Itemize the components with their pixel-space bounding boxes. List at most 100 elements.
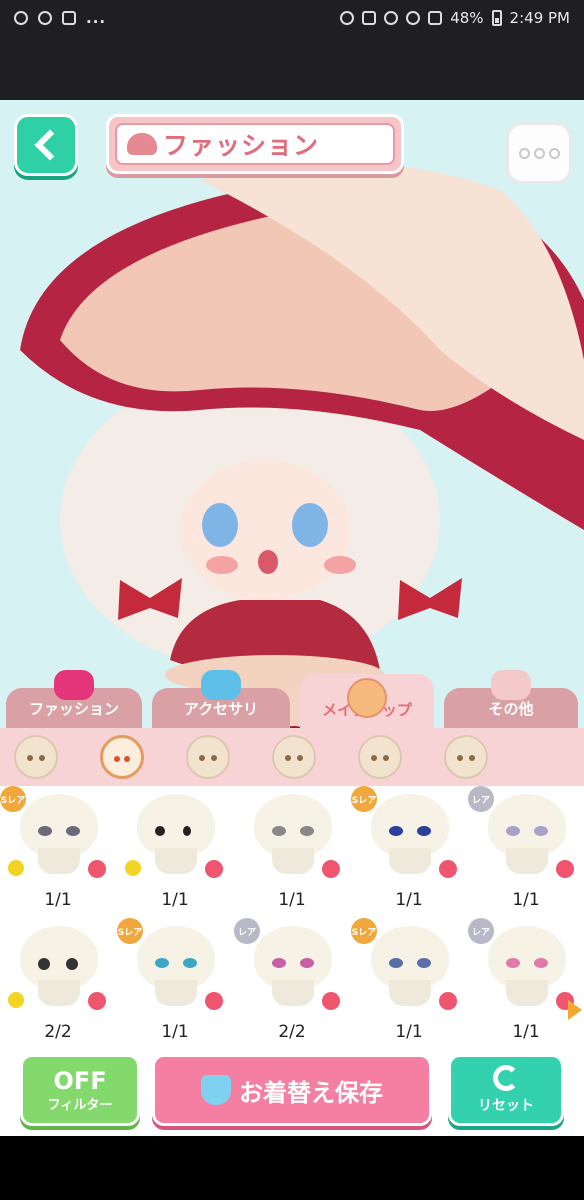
item-grid: Sレア 1/1 1/1 1/1 Sレア 1/1 レア 1/1 2/2 Sレア 1… bbox=[0, 786, 584, 1048]
category-dropdown[interactable]: ファッション bbox=[106, 114, 404, 174]
rarity-badge: レア bbox=[468, 786, 494, 812]
alarm-icon bbox=[384, 11, 399, 25]
app-root: ... 48% 2:49 PM ファッション ファッション アクセサリ その他 … bbox=[0, 0, 584, 1200]
item-eye-icon bbox=[389, 958, 403, 968]
rarity-badge: Sレア bbox=[351, 918, 377, 944]
star-icon bbox=[205, 992, 223, 1010]
item-preview-stem bbox=[155, 848, 197, 874]
back-button[interactable] bbox=[14, 114, 78, 176]
item-eye-icon bbox=[534, 826, 548, 836]
hat-icon bbox=[54, 670, 94, 700]
ribbon-icon bbox=[201, 670, 241, 700]
item-eye-icon bbox=[300, 826, 314, 836]
tab-fashion[interactable]: ファッション bbox=[6, 670, 142, 728]
bulb-icon bbox=[8, 860, 24, 876]
game-screen: ファッション ファッション アクセサリ メイクアップ bbox=[0, 100, 584, 1136]
tab-label: ファッション bbox=[28, 699, 119, 718]
tab-makeup[interactable]: メイクアップ bbox=[300, 674, 434, 728]
star-icon bbox=[205, 860, 223, 878]
bottom-action-bar: OFF フィルター お着替え保存 リセット bbox=[0, 1048, 584, 1136]
makeup-subtabs bbox=[0, 728, 584, 786]
star-icon bbox=[322, 992, 340, 1010]
subtab-mouth[interactable] bbox=[358, 735, 402, 779]
chevron-down-icon bbox=[365, 137, 387, 150]
item-count: 1/1 bbox=[278, 890, 306, 910]
item-eye-icon bbox=[38, 826, 52, 836]
item-cell[interactable]: Sレア 1/1 bbox=[351, 918, 467, 1048]
subtab-cheeks[interactable] bbox=[272, 735, 316, 779]
bluetooth-icon bbox=[340, 11, 355, 25]
status-right: 48% 2:49 PM bbox=[340, 9, 570, 27]
reset-icon bbox=[493, 1065, 519, 1091]
item-count: 1/1 bbox=[44, 890, 72, 910]
battery-icon bbox=[491, 10, 502, 26]
next-page-arrow-icon[interactable] bbox=[568, 1000, 582, 1020]
system-nav-bar bbox=[0, 1136, 584, 1200]
save-outfit-label: お着替え保存 bbox=[239, 1078, 383, 1107]
avatar-cheek-right bbox=[324, 556, 356, 574]
item-count: 1/1 bbox=[512, 1022, 540, 1042]
subtab-effects[interactable] bbox=[444, 735, 488, 779]
item-eye-icon bbox=[506, 826, 520, 836]
item-eye-icon bbox=[66, 958, 78, 970]
more-dot-icon bbox=[518, 147, 530, 159]
tab-other[interactable]: その他 bbox=[444, 670, 578, 728]
filter-state: OFF bbox=[53, 1066, 107, 1095]
reset-button[interactable]: リセット bbox=[448, 1054, 564, 1126]
reset-label: リセット bbox=[478, 1098, 534, 1114]
item-count: 1/1 bbox=[161, 1022, 189, 1042]
item-eye-icon bbox=[506, 958, 520, 968]
rarity-badge: レア bbox=[234, 918, 260, 944]
item-eye-icon bbox=[155, 958, 169, 968]
item-cell[interactable]: Sレア 1/1 bbox=[117, 918, 233, 1048]
item-eye-icon bbox=[38, 958, 50, 970]
item-eye-icon bbox=[417, 958, 431, 968]
filter-toggle-button[interactable]: OFF フィルター bbox=[20, 1054, 140, 1126]
item-preview-stem bbox=[506, 980, 548, 1006]
star-icon bbox=[439, 992, 457, 1010]
item-eye-icon bbox=[272, 958, 286, 968]
item-cell[interactable]: Sレア 1/1 bbox=[351, 786, 467, 916]
rarity-badge: Sレア bbox=[0, 786, 26, 812]
item-preview-stem bbox=[389, 848, 431, 874]
avatar-eye-left bbox=[202, 503, 238, 547]
subtab-eyes[interactable] bbox=[100, 735, 144, 779]
clock: 2:49 PM bbox=[509, 9, 570, 27]
item-count: 1/1 bbox=[395, 890, 423, 910]
item-eye-icon bbox=[300, 958, 314, 968]
category-label: ファッション bbox=[163, 131, 320, 160]
subtab-eyebrows[interactable] bbox=[186, 735, 230, 779]
status-left: ... bbox=[14, 9, 106, 27]
save-outfit-button[interactable]: お着替え保存 bbox=[152, 1054, 432, 1126]
subtab-face-base[interactable] bbox=[14, 735, 58, 779]
tab-label: その他 bbox=[488, 699, 534, 718]
item-count: 1/1 bbox=[512, 890, 540, 910]
category-dropdown-field: ファッション bbox=[115, 123, 395, 165]
item-cell[interactable]: レア 1/1 bbox=[468, 918, 584, 1048]
nfc-icon bbox=[362, 11, 377, 25]
item-cell[interactable]: レア 2/2 bbox=[234, 918, 350, 1048]
item-eye-icon bbox=[272, 826, 286, 836]
item-preview-stem bbox=[155, 980, 197, 1006]
avatar-eye-right bbox=[292, 503, 328, 547]
category-tabs: ファッション アクセサリ メイクアップ その他 bbox=[0, 670, 584, 728]
star-icon bbox=[88, 992, 106, 1010]
avatar-mouth bbox=[258, 550, 278, 574]
tab-accessory[interactable]: アクセサリ bbox=[152, 670, 290, 728]
bulb-icon bbox=[125, 860, 141, 876]
item-cell[interactable]: 1/1 bbox=[117, 786, 233, 916]
battery-percent: 48% bbox=[450, 9, 484, 27]
rarity-badge: Sレア bbox=[117, 918, 143, 944]
item-cell[interactable]: 2/2 bbox=[0, 918, 116, 1048]
item-count: 1/1 bbox=[395, 1022, 423, 1042]
wifi-icon bbox=[406, 11, 421, 25]
item-eye-icon bbox=[155, 826, 165, 836]
tab-label: アクセサリ bbox=[183, 699, 259, 718]
status-bar: ... 48% 2:49 PM bbox=[0, 0, 584, 36]
item-cell[interactable]: 1/1 bbox=[234, 786, 350, 916]
item-cell[interactable]: Sレア 1/1 bbox=[0, 786, 116, 916]
item-preview-stem bbox=[272, 848, 314, 874]
more-notifications: ... bbox=[86, 9, 107, 27]
item-cell[interactable]: レア 1/1 bbox=[468, 786, 584, 916]
more-options-button[interactable] bbox=[506, 122, 572, 184]
